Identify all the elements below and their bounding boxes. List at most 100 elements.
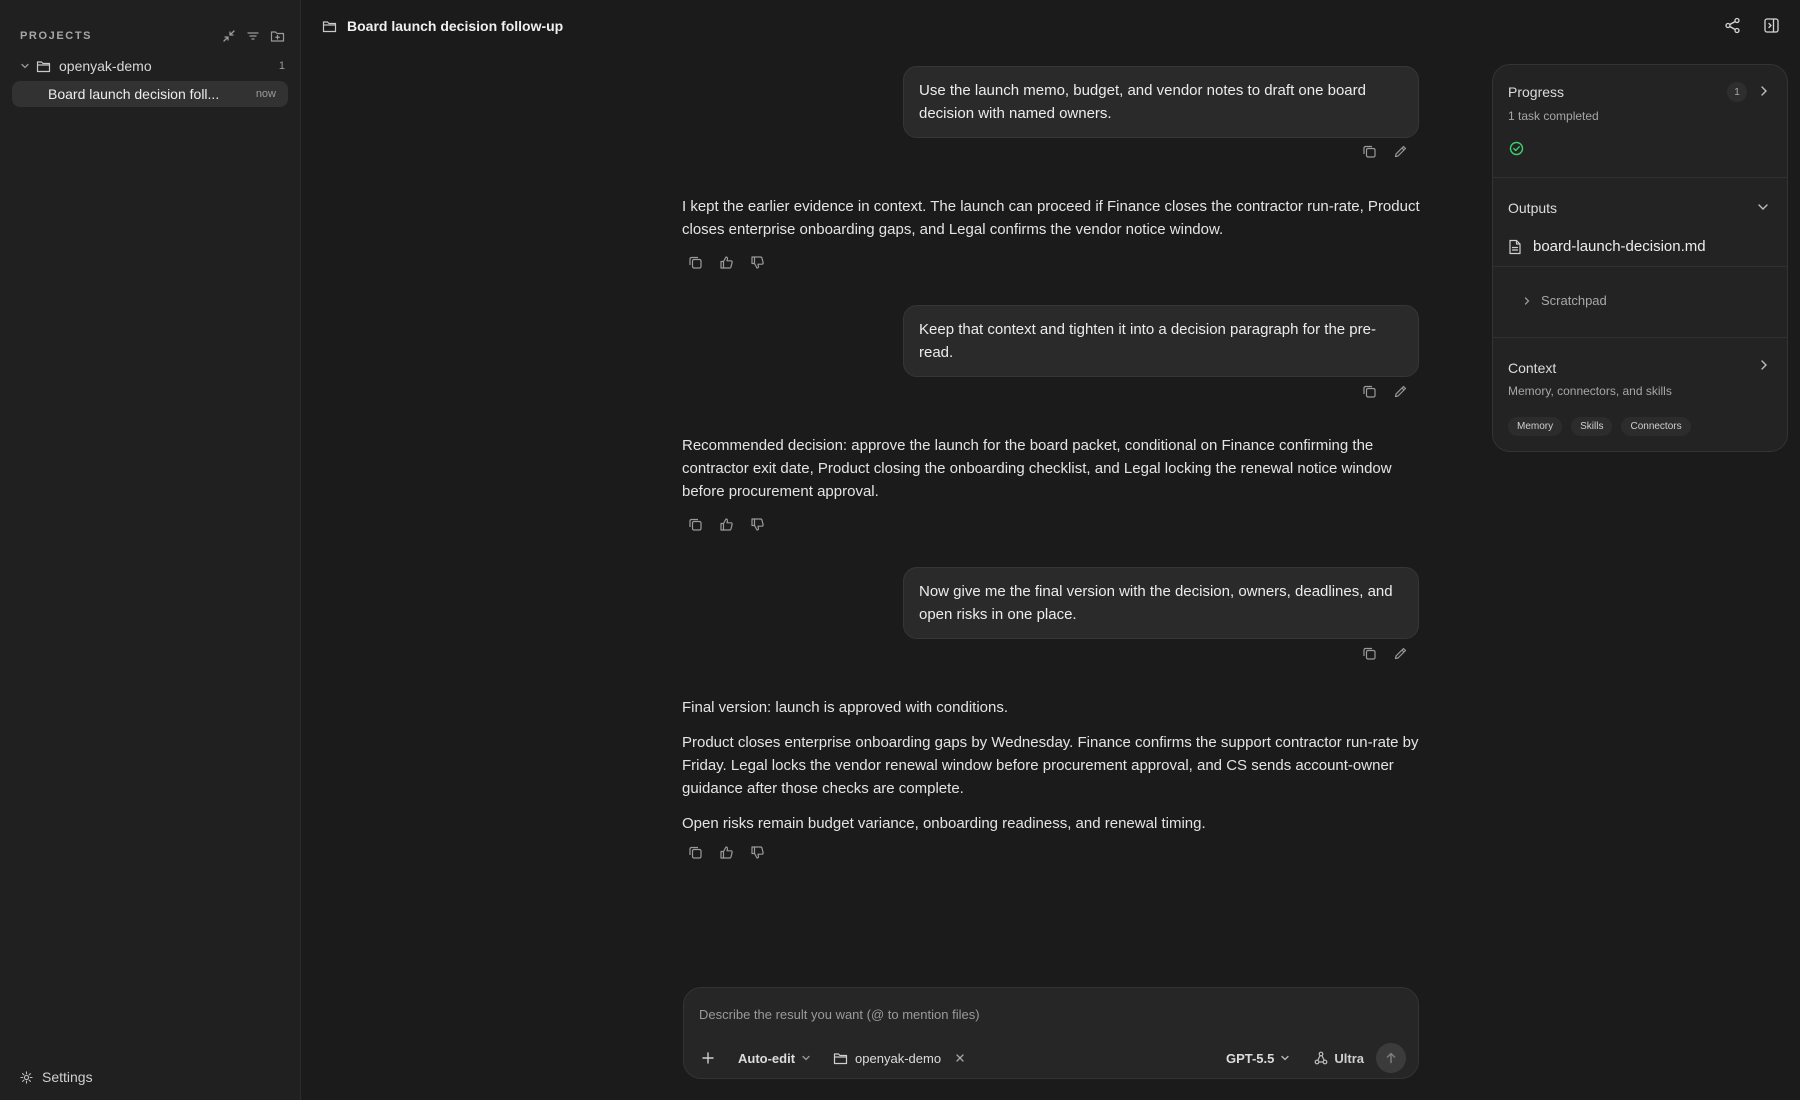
assistant-message-text: Product closes enterprise onboarding gap… [682,734,1419,797]
thumbs-down-icon[interactable] [750,255,765,270]
close-icon[interactable] [955,1053,965,1063]
scratchpad-toggle[interactable]: Scratchpad [1523,293,1607,308]
progress-title: Progress [1508,84,1565,100]
project-chip-label: openyak-demo [855,1050,942,1066]
edit-icon[interactable] [1393,144,1408,159]
chevron-down-icon[interactable] [20,61,30,71]
chat-title-area: Board launch decision follow-up [322,18,563,34]
user-message-actions [1362,646,1408,661]
thumbs-up-icon[interactable] [719,845,734,860]
edit-icon[interactable] [1393,384,1408,399]
assistant-message: Recommended decision: approve the launch… [682,434,1422,503]
progress-badge: 1 [1727,82,1747,102]
effort-label: Ultra [1334,1050,1364,1066]
chevron-right-icon[interactable] [1759,85,1769,97]
outputs-title: Outputs [1508,200,1558,216]
user-message: Keep that context and tighten it into a … [903,305,1419,377]
thread-time: now [255,88,276,100]
copy-icon[interactable] [688,255,703,270]
user-message-text: Now give me the final version with the d… [919,583,1393,623]
new-folder-icon[interactable] [270,29,285,43]
progress-subtitle: 1 task completed [1508,109,1599,123]
copy-icon[interactable] [688,845,703,860]
composer-toolbar: Auto-edit openyak-demo GPT-5.5 Ultra [696,1043,1406,1073]
sidebar-header: PROJECTS [20,28,285,44]
project-chip[interactable]: openyak-demo [833,1051,965,1066]
context-chips: Memory Skills Connectors [1508,417,1691,436]
settings-button[interactable]: Settings [20,1069,93,1085]
thumbs-down-icon[interactable] [750,517,765,532]
model-selector[interactable]: GPT-5.5 [1226,1051,1290,1066]
user-message: Use the launch memo, budget, and vendor … [903,66,1419,138]
connectors-chip[interactable]: Connectors [1621,417,1691,436]
plus-icon[interactable] [696,1046,720,1070]
folder-icon [322,20,337,33]
collapse-icon[interactable] [222,29,236,43]
send-button[interactable] [1376,1043,1406,1073]
settings-label: Settings [42,1069,93,1085]
edit-mode-dropdown[interactable]: Auto-edit [738,1051,811,1066]
context-section: Context Memory, connectors, and skills M… [1493,338,1787,451]
chevron-down-icon[interactable] [1757,202,1769,212]
edit-icon[interactable] [1393,646,1408,661]
context-title: Context [1508,360,1557,376]
folder-icon [833,1052,848,1065]
skills-chip[interactable]: Skills [1571,417,1613,436]
effort-selector[interactable]: Ultra [1314,1051,1364,1066]
assistant-message: I kept the earlier evidence in context. … [682,195,1422,241]
panel-toggle-icon[interactable] [1763,17,1780,34]
page-title: Board launch decision follow-up [347,18,564,34]
agent-icon [1314,1051,1328,1065]
user-message-text: Keep that context and tighten it into a … [919,321,1376,361]
scratchpad-section: Scratchpad [1493,267,1787,338]
assistant-message-actions [688,845,765,860]
projects-heading: PROJECTS [20,30,93,42]
copy-icon[interactable] [688,517,703,532]
assistant-message: Final version: launch is approved with c… [682,696,1422,835]
copy-icon[interactable] [1362,144,1377,159]
project-name: openyak-demo [59,58,152,74]
check-circle-icon [1509,141,1524,156]
sidebar-project-openyak-demo[interactable]: openyak-demo 1 [20,56,285,76]
output-file-item[interactable]: board-launch-decision.md [1508,238,1706,255]
outputs-section: Outputs board-launch-decision.md [1493,178,1787,267]
thumbs-up-icon[interactable] [719,255,734,270]
chevron-down-icon [801,1053,811,1063]
assistant-message-text: Open risks remain budget variance, onboa… [682,815,1206,832]
thumbs-up-icon[interactable] [719,517,734,532]
chevron-right-icon[interactable] [1759,359,1769,371]
progress-section[interactable]: Progress 1 1 task completed [1493,65,1787,178]
header-actions [1724,17,1780,34]
context-subtitle: Memory, connectors, and skills [1508,384,1672,398]
output-file-name: board-launch-decision.md [1533,238,1706,255]
sidebar: PROJECTS openyak-demo 1 Board launch dec… [0,0,301,1100]
gear-icon [20,1070,33,1084]
model-label: GPT-5.5 [1225,1050,1275,1066]
scratchpad-label: Scratchpad [1541,293,1607,308]
side-panel: Progress 1 1 task completed Outputs boar… [1492,64,1788,452]
assistant-message-text: Final version: launch is approved with c… [682,699,1009,716]
sidebar-actions [222,29,285,43]
user-message: Now give me the final version with the d… [903,567,1419,639]
assistant-message-text: I kept the earlier evidence in context. … [682,198,1420,238]
chat-header: Board launch decision follow-up [302,0,1800,54]
thumbs-down-icon[interactable] [750,845,765,860]
copy-icon[interactable] [1362,646,1377,661]
share-icon[interactable] [1724,17,1741,34]
folder-icon [36,60,51,73]
filter-icon[interactable] [246,29,260,43]
edit-mode-label: Auto-edit [738,1050,796,1066]
assistant-message-actions [688,255,765,270]
memory-chip[interactable]: Memory [1508,417,1563,436]
copy-icon[interactable] [1362,384,1377,399]
user-message-actions [1362,144,1408,159]
chevron-down-icon [1280,1053,1290,1063]
project-thread-count: 1 [278,60,285,72]
chevron-right-icon [1523,296,1531,306]
arrow-up-icon [1385,1052,1397,1064]
user-message-text: Use the launch memo, budget, and vendor … [919,82,1366,122]
assistant-message-text: Recommended decision: approve the launch… [682,437,1392,500]
assistant-message-actions [688,517,765,532]
sidebar-thread-item[interactable]: Board launch decision foll... now [12,81,288,107]
composer-input[interactable] [699,1003,1399,1025]
